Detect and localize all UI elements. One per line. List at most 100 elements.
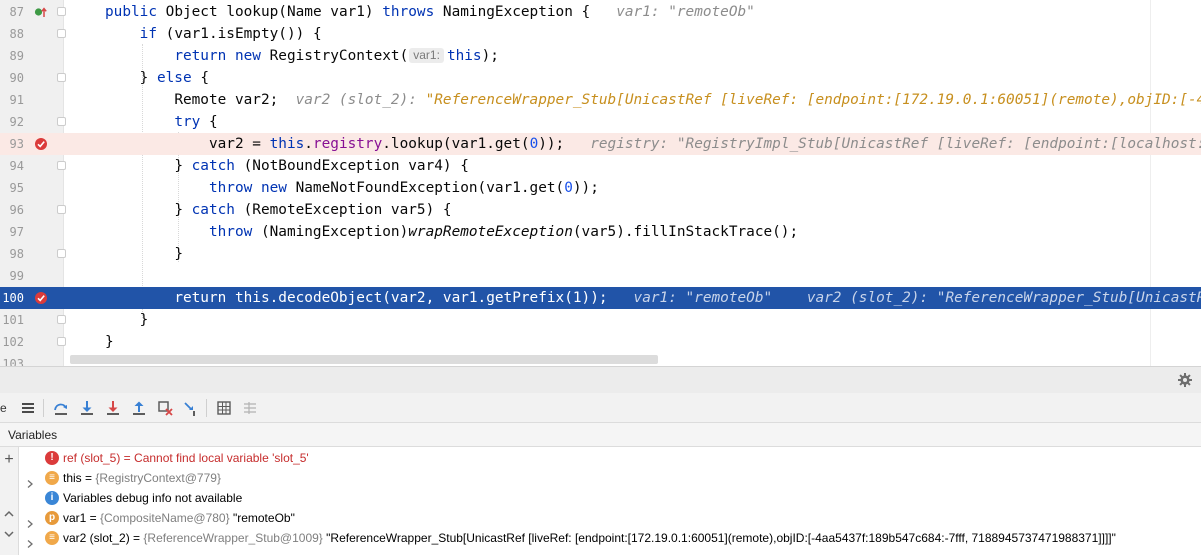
code-line[interactable]: 93 var2 = this.registry.lookup(var1.get(… <box>0 133 1201 155</box>
fold-marker-icon[interactable] <box>57 117 66 126</box>
code-token: new <box>234 48 270 64</box>
inline-debug-value: "ReferenceWrapper_Stub[UnicastRef [liveR… <box>425 92 1201 108</box>
variable-row[interactable]: ! ref (slot_5) = Cannot find local variab… <box>19 448 1201 468</box>
line-number[interactable]: 103 <box>0 353 24 366</box>
line-number[interactable]: 102 <box>0 331 24 353</box>
code-line[interactable]: 94 } catch (NotBoundException var4) { <box>0 155 1201 177</box>
toolbar-separator <box>206 399 207 417</box>
variable-row[interactable]: i Variables debug info not available <box>19 488 1201 508</box>
code-token: } <box>174 202 192 218</box>
code-line[interactable]: 89 return new RegistryContext(var1: this)… <box>0 45 1201 67</box>
code-text[interactable]: } else { <box>105 67 209 89</box>
code-line[interactable]: 95 throw new NameNotFoundException(var1.… <box>0 177 1201 199</box>
line-number[interactable]: 100 <box>0 287 24 309</box>
code-text[interactable]: } <box>105 331 114 353</box>
line-number[interactable]: 87 <box>0 1 24 23</box>
line-number[interactable]: 94 <box>0 155 24 177</box>
variable-row[interactable]: ≡ var2 (slot_2) = {ReferenceWrapper_Stub@… <box>19 528 1201 548</box>
breakpoint-icon[interactable] <box>34 291 48 305</box>
evaluate-expression-icon[interactable] <box>215 399 233 417</box>
code-text[interactable]: var2 = this.registry.lookup(var1.get(0))… <box>105 133 1201 155</box>
override-marker-icon[interactable] <box>34 5 48 19</box>
execution-line[interactable]: 100 return this.decodeObject(var2, var1.… <box>0 287 1201 309</box>
gear-icon[interactable] <box>1177 372 1193 388</box>
expand-arrow-icon[interactable] <box>27 514 33 528</box>
code-text[interactable]: Remote var2; var2 (slot_2): "ReferenceWr… <box>105 89 1201 111</box>
line-number[interactable]: 90 <box>0 67 24 89</box>
force-step-into-icon[interactable] <box>104 399 122 417</box>
trace-icon[interactable] <box>241 399 259 417</box>
chevron-down-icon[interactable] <box>2 527 16 541</box>
code-token: } <box>105 334 114 350</box>
fold-marker-icon[interactable] <box>57 337 66 346</box>
breakpoint-icon[interactable] <box>34 137 48 151</box>
breakpoint-icon[interactable] <box>34 291 48 305</box>
drop-frame-icon[interactable] <box>156 399 174 417</box>
variables-tree[interactable]: ! ref (slot_5) = Cannot find local variab… <box>19 447 1201 555</box>
code-line[interactable]: 88 if (var1.isEmpty()) { <box>0 23 1201 45</box>
line-number[interactable]: 96 <box>0 199 24 221</box>
line-number[interactable]: 88 <box>0 23 24 45</box>
breakpoint-icon[interactable] <box>34 137 48 151</box>
variable-text: var2 (slot_2) = {ReferenceWrapper_Stub@1… <box>63 528 1116 548</box>
fold-marker-icon[interactable] <box>57 161 66 170</box>
code-line[interactable]: 90 } else { <box>0 67 1201 89</box>
fold-marker-icon[interactable] <box>57 29 66 38</box>
run-to-cursor-icon[interactable] <box>182 399 200 417</box>
fold-marker-icon[interactable] <box>57 205 66 214</box>
step-over-icon[interactable] <box>52 399 70 417</box>
code-line[interactable]: 87 public Object lookup(Name var1) throws… <box>0 1 1201 23</box>
horizontal-scrollbar[interactable] <box>70 355 658 364</box>
variable-text: var1 = {CompositeName@780} "remoteOb" <box>63 508 295 528</box>
list-lines-icon[interactable] <box>19 399 37 417</box>
fold-marker-icon[interactable] <box>57 73 66 82</box>
line-number[interactable]: 95 <box>0 177 24 199</box>
code-text[interactable]: try { <box>105 111 217 133</box>
line-number[interactable]: 89 <box>0 45 24 67</box>
code-text[interactable]: if (var1.isEmpty()) { <box>105 23 322 45</box>
step-into-icon[interactable] <box>78 399 96 417</box>
code-line[interactable]: 96 } catch (RemoteException var5) { <box>0 199 1201 221</box>
expand-arrow-icon[interactable] <box>27 534 33 548</box>
code-text[interactable]: throw new NameNotFoundException(var1.get… <box>105 177 599 199</box>
code-text[interactable]: } catch (NotBoundException var4) { <box>105 155 469 177</box>
code-text[interactable]: } <box>105 243 183 265</box>
code-token: throw <box>208 180 261 196</box>
step-out-icon[interactable] <box>130 399 148 417</box>
code-text[interactable]: } catch (RemoteException var5) { <box>105 199 451 221</box>
add-watch-icon[interactable]: + <box>2 452 16 468</box>
code-token: .lookup(var1.get( <box>382 136 530 152</box>
line-number[interactable]: 101 <box>0 309 24 331</box>
code-text[interactable]: throw (NamingException)wrapRemoteExcepti… <box>105 221 798 243</box>
variables-header: Variables <box>0 423 1201 447</box>
code-line[interactable]: 97 throw (NamingException)wrapRemoteExce… <box>0 221 1201 243</box>
code-line[interactable]: 102} <box>0 331 1201 353</box>
variable-type: {CompositeName@780} <box>100 511 230 525</box>
chevron-up-icon[interactable] <box>2 507 16 521</box>
code-line[interactable]: 92 try { <box>0 111 1201 133</box>
code-token: ); <box>481 48 499 64</box>
code-text[interactable]: return new RegistryContext(var1: this); <box>105 45 499 67</box>
code-text[interactable]: } <box>105 309 149 331</box>
fold-marker-icon[interactable] <box>57 315 66 324</box>
fold-marker-icon[interactable] <box>57 249 66 258</box>
line-number[interactable]: 92 <box>0 111 24 133</box>
line-number[interactable]: 97 <box>0 221 24 243</box>
variable-row[interactable]: ≡ this = {RegistryContext@779} <box>19 468 1201 488</box>
code-line[interactable]: 101 } <box>0 309 1201 331</box>
code-line[interactable]: 91 Remote var2; var2 (slot_2): "Referenc… <box>0 89 1201 111</box>
code-line[interactable]: 98 } <box>0 243 1201 265</box>
line-number[interactable]: 91 <box>0 89 24 111</box>
line-number[interactable]: 93 <box>0 133 24 155</box>
code-line[interactable]: 99 <box>0 265 1201 287</box>
line-number[interactable]: 99 <box>0 265 24 287</box>
variable-row[interactable]: p var1 = {CompositeName@780} "remoteOb" <box>19 508 1201 528</box>
code-editor[interactable]: 87 public Object lookup(Name var1) throws… <box>0 0 1201 366</box>
expand-arrow-icon[interactable] <box>27 474 33 488</box>
code-token: else <box>156 70 201 86</box>
override-marker-icon[interactable] <box>34 5 48 19</box>
code-text[interactable]: public Object lookup(Name var1) throws N… <box>105 1 755 23</box>
code-text[interactable]: return this.decodeObject(var2, var1.getP… <box>105 287 1201 309</box>
fold-marker-icon[interactable] <box>57 7 66 16</box>
line-number[interactable]: 98 <box>0 243 24 265</box>
